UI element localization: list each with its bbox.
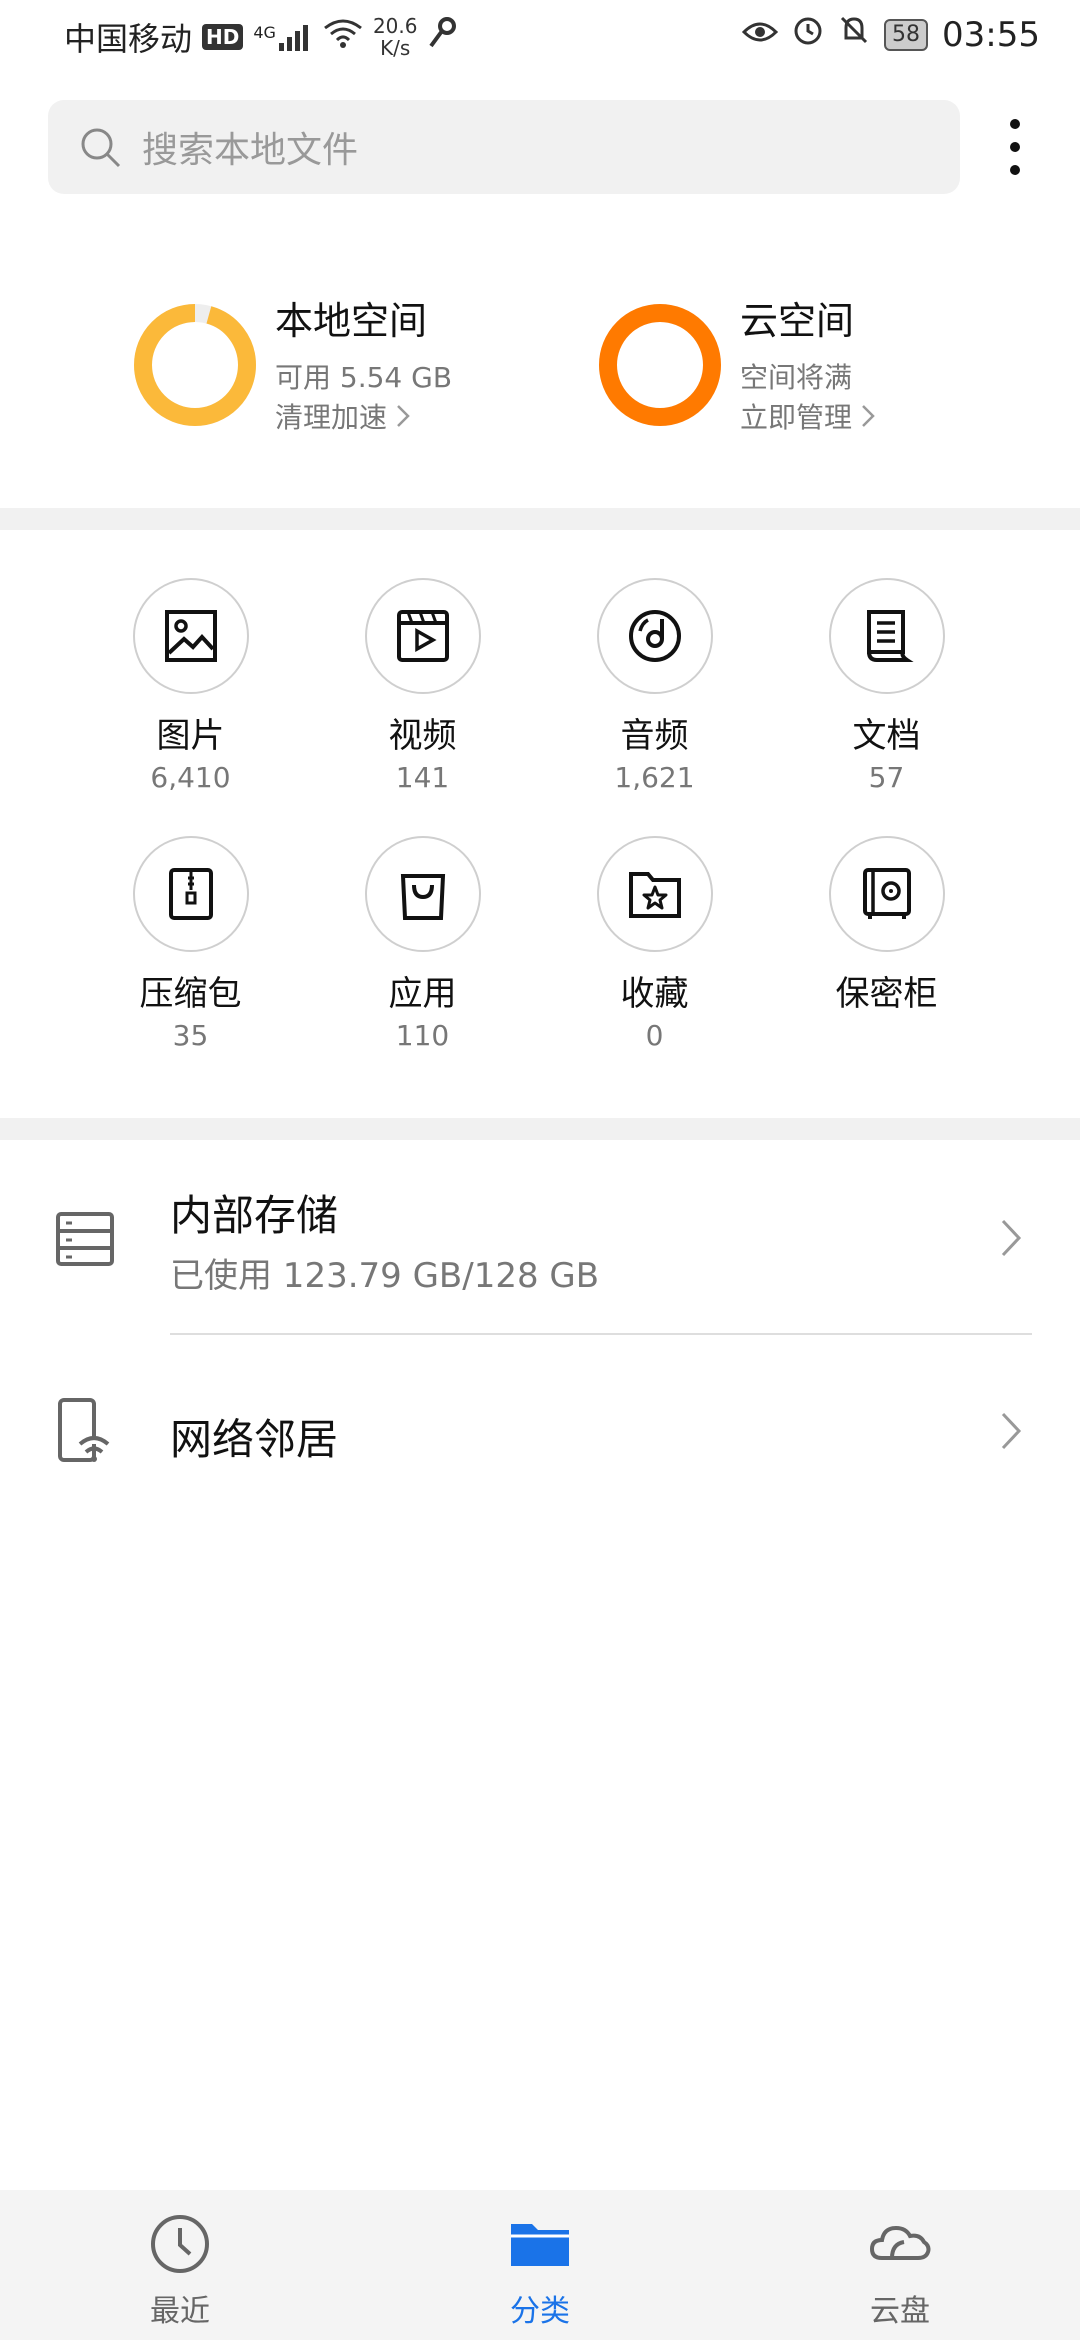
category-apps[interactable]: 应用 110	[306, 836, 539, 1052]
mute-bell-icon	[838, 14, 870, 55]
local-space-ring	[134, 304, 256, 426]
category-icon-circle	[132, 836, 249, 952]
network-phone-icon	[58, 1398, 110, 1462]
safe-icon	[862, 868, 911, 919]
tab-cloud[interactable]: 云盘	[750, 2190, 1050, 2340]
manage-label: 立即管理	[740, 401, 853, 434]
network-speed: 20.6 K/s	[373, 15, 418, 59]
audio-icon	[628, 610, 681, 662]
row-divider	[170, 1333, 1032, 1335]
category-count: 35	[172, 1019, 209, 1052]
network-neighborhood-row[interactable]: 网络邻居	[0, 1336, 1080, 1526]
speed-value: 20.6	[372, 14, 418, 38]
category-name: 文档	[852, 716, 921, 756]
document-icon	[866, 610, 914, 662]
local-space-available: 可用 5.54 GB	[275, 361, 453, 394]
search-placeholder: 搜索本地文件	[142, 130, 359, 171]
category-documents[interactable]: 文档 57	[770, 578, 1003, 794]
internal-storage-row[interactable]: 内部存储 已使用 123.79 GB/128 GB	[0, 1160, 1080, 1335]
category-icon-circle	[828, 836, 945, 952]
cloud-space-title: 云空间	[740, 299, 855, 343]
category-icon-circle	[596, 836, 713, 952]
category-videos[interactable]: 视频 141	[306, 578, 539, 794]
category-name: 保密柜	[835, 974, 938, 1014]
category-archives[interactable]: 压缩包 35	[74, 836, 307, 1052]
bottom-tab-bar: 最近 分类 云盘	[0, 2190, 1080, 2340]
video-icon	[396, 610, 449, 662]
category-count: 57	[868, 761, 905, 794]
signal-icon: 4G	[253, 23, 313, 51]
storage-drive-icon	[56, 1212, 114, 1266]
category-icon-circle	[132, 578, 249, 694]
category-icon-circle	[364, 578, 481, 694]
tab-label: 最近	[150, 2294, 210, 2329]
status-bar: 中国移动 HD 4G 20.6 K/s 58 03:55	[0, 0, 1080, 76]
category-icon-circle	[596, 578, 713, 694]
clock-icon	[151, 2215, 209, 2273]
network-type: 4G	[253, 23, 276, 42]
section-divider	[0, 508, 1080, 530]
cloud-space-card[interactable]: 云空间 空间将满 立即管理	[595, 290, 955, 440]
eye-icon	[741, 15, 779, 55]
internal-storage-title: 内部存储	[170, 1191, 339, 1240]
local-space-title: 本地空间	[275, 299, 428, 343]
category-name: 视频	[388, 716, 457, 756]
section-divider	[0, 1118, 1080, 1140]
image-icon	[164, 610, 217, 662]
category-favorites[interactable]: 收藏 0	[538, 836, 771, 1052]
carrier-name: 中国移动	[64, 20, 193, 58]
tab-categories[interactable]: 分类	[390, 2190, 690, 2340]
category-count: 141	[395, 761, 450, 794]
category-name: 压缩包	[139, 974, 242, 1014]
category-images[interactable]: 图片 6,410	[74, 578, 307, 794]
cloud-icon	[869, 2225, 931, 2260]
tab-recent[interactable]: 最近	[30, 2190, 330, 2340]
internal-storage-usage: 已使用 123.79 GB/128 GB	[170, 1256, 600, 1296]
category-icon-circle	[364, 836, 481, 952]
archive-icon	[168, 868, 213, 920]
search-bar[interactable]: 搜索本地文件	[48, 100, 960, 194]
category-count: 6,410	[150, 761, 231, 794]
cleanup-label: 清理加速	[275, 401, 388, 434]
category-name: 应用	[388, 974, 457, 1014]
app-bag-icon	[400, 874, 445, 920]
category-name: 图片	[156, 716, 225, 756]
search-icon	[81, 128, 121, 168]
clock-time: 03:55	[942, 14, 1040, 55]
network-neighborhood-title: 网络邻居	[170, 1415, 339, 1464]
category-icon-circle	[828, 578, 945, 694]
chevron-right-icon	[397, 405, 410, 427]
folder-icon	[511, 2224, 569, 2266]
hd-badge: HD	[202, 24, 244, 50]
more-options-icon[interactable]	[1000, 112, 1030, 182]
alarm-icon	[792, 14, 824, 55]
local-space-card[interactable]: 本地空间 可用 5.54 GB 清理加速	[130, 290, 490, 440]
category-name: 收藏	[620, 974, 689, 1014]
tab-label: 云盘	[870, 2294, 930, 2329]
category-safe[interactable]: 保密柜	[770, 836, 1003, 1019]
chevron-right-icon	[862, 405, 875, 427]
cloud-space-ring	[599, 304, 721, 426]
manage-link[interactable]: 立即管理	[740, 396, 876, 436]
tab-label: 分类	[510, 2294, 570, 2329]
category-audio[interactable]: 音频 1,621	[538, 578, 771, 794]
chevron-right-icon	[1001, 1412, 1022, 1450]
wifi-icon	[323, 18, 363, 56]
key-icon	[427, 16, 457, 58]
cloud-space-status: 空间将满	[740, 361, 853, 394]
category-name: 音频	[620, 716, 689, 756]
category-count: 1,621	[614, 761, 695, 794]
battery-level: 58	[884, 18, 929, 51]
category-count: 0	[645, 1019, 664, 1052]
speed-unit: K/s	[380, 36, 411, 60]
chevron-right-icon	[1001, 1219, 1022, 1257]
category-count: 110	[395, 1019, 450, 1052]
cleanup-link[interactable]: 清理加速	[275, 396, 411, 436]
favorites-folder-icon	[628, 872, 681, 918]
